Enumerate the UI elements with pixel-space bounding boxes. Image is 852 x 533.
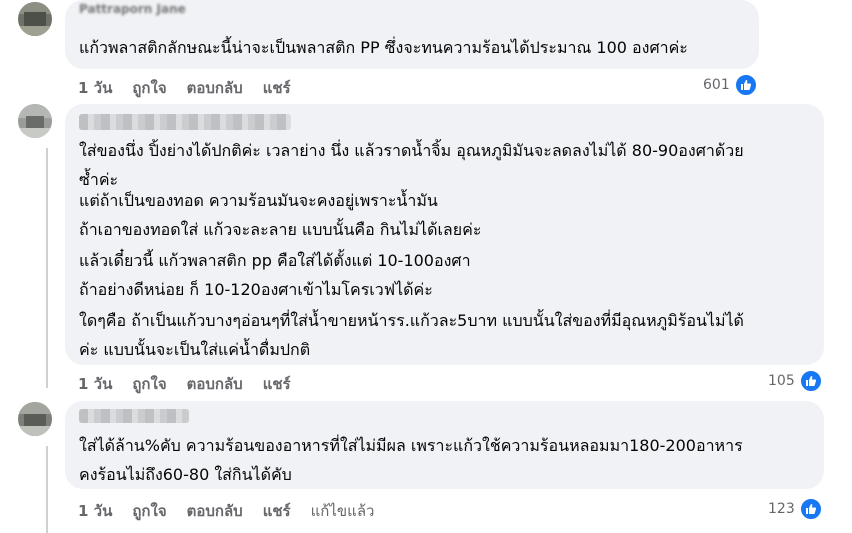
reply-button[interactable]: ตอบกลับ: [187, 372, 243, 396]
comment-line: ถ้าอย่างดีหน่อย ก็ 10-120องศาเข้าไมโครเว…: [79, 280, 433, 299]
like-button[interactable]: ถูกใจ: [132, 499, 166, 523]
share-button[interactable]: แชร์: [263, 372, 291, 396]
comment-text: แล้วเดี๋ยวนี้ แก้วพลาสติก pp คือใส่ได้ตั…: [79, 246, 471, 304]
like-button[interactable]: ถูกใจ: [132, 76, 166, 100]
comment-line: ถ้าเอาของทอดใส่ แก้วจะละลาย แบบนั้นคือ ก…: [79, 220, 482, 239]
timestamp[interactable]: 1 วัน: [78, 76, 112, 100]
comment-line: ใส่ได้ล้าน%คับ ความร้อนของอาหารที่ใส่ไม่…: [79, 436, 743, 455]
reaction-count[interactable]: 123: [768, 497, 823, 521]
thread-line: [46, 148, 48, 388]
comment-actions: 1 วัน ถูกใจ ตอบกลับ แชร์ แก้ไขแล้ว: [78, 499, 374, 523]
comment-actions: 1 วัน ถูกใจ ตอบกลับ แชร์: [78, 372, 291, 396]
comment-bubble: ใส่ได้ล้าน%คับ ความร้อนของอาหารที่ใส่ไม่…: [65, 401, 824, 489]
comment-text: ใส่ได้ล้าน%คับ ความร้อนของอาหารที่ใส่ไม่…: [79, 431, 743, 489]
share-button[interactable]: แชร์: [263, 499, 291, 523]
reply-button[interactable]: ตอบกลับ: [187, 499, 243, 523]
reaction-count-value: 123: [768, 501, 795, 517]
timestamp[interactable]: 1 วัน: [78, 499, 112, 523]
like-reaction-icon: [798, 369, 823, 393]
reaction-count[interactable]: 601: [703, 73, 758, 97]
reaction-count-value: 105: [768, 373, 795, 389]
like-button[interactable]: ถูกใจ: [132, 372, 166, 396]
comment-text: แต่ถ้าเป็นของทอด ความร้อนมันจะคงอยู่เพรา…: [79, 186, 481, 244]
like-reaction-icon: [798, 497, 823, 521]
avatar[interactable]: [18, 402, 52, 436]
comment-actions: 1 วัน ถูกใจ ตอบกลับ แชร์: [78, 76, 291, 100]
share-button[interactable]: แชร์: [263, 76, 291, 100]
like-reaction-icon: [733, 73, 758, 97]
comment-line: ใส่ของนึ่ง ปิ้งย่างได้ปกติค่ะ เวลาย่าง น…: [79, 141, 744, 160]
comment-line: แล้วเดี๋ยวนี้ แก้วพลาสติก pp คือใส่ได้ตั…: [79, 251, 471, 270]
comment-line: คงร้อนไม่ถึง60-80 ใส่กินได้คับ: [79, 465, 292, 484]
reaction-count[interactable]: 105: [768, 369, 823, 393]
reaction-count-value: 601: [703, 77, 730, 93]
comment-line: ค่ะ แบบนั้นจะเป็นใส่แค่น้ำดื่มปกติ: [79, 340, 311, 359]
avatar[interactable]: [18, 2, 52, 36]
comment-author-blurred[interactable]: [79, 409, 189, 423]
avatar[interactable]: [18, 104, 52, 138]
comment-text: ใดๆคือ ถ้าเป็นแก้วบางๆอ่อนๆที่ใส่น้ำขายห…: [79, 306, 744, 364]
comment-text: แก้วพลาสติกลักษณะนี้น่าจะเป็นพลาสติก PP …: [79, 38, 688, 57]
comment-author-blurred[interactable]: [79, 114, 291, 130]
edited-label: แก้ไขแล้ว: [310, 502, 375, 520]
reply-button[interactable]: ตอบกลับ: [187, 76, 243, 100]
comment-author[interactable]: Pattraporn Jane: [79, 2, 186, 18]
comment-bubble: ใส่ของนึ่ง ปิ้งย่างได้ปกติค่ะ เวลาย่าง น…: [65, 104, 824, 365]
timestamp[interactable]: 1 วัน: [78, 372, 112, 396]
comment-bubble: Pattraporn Jane แก้วพลาสติกลักษณะนี้น่าจ…: [65, 0, 759, 69]
comment-line: ใดๆคือ ถ้าเป็นแก้วบางๆอ่อนๆที่ใส่น้ำขายห…: [79, 311, 744, 330]
thread-line: [46, 446, 48, 533]
comment-line: แต่ถ้าเป็นของทอด ความร้อนมันจะคงอยู่เพรา…: [79, 191, 438, 210]
